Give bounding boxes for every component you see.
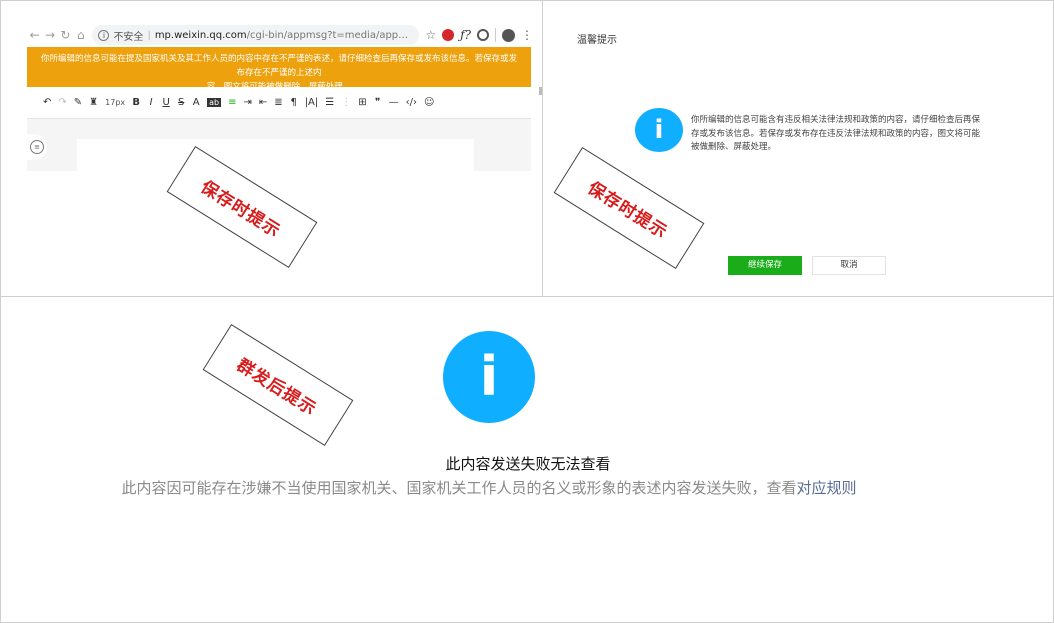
url-path: /cgi-bin/appmsg?t=media/appmsg_edit&acti… xyxy=(246,29,414,41)
dialog-message: 你所编辑的信息可能含有违反相关法律法规和政策的内容，请仔细检查后再保存或发布该信… xyxy=(691,115,981,152)
editor-toolbar: ↶ ↷ ✎ ♜ 17px B I U S A ab ≡ ⇥ ⇤ ≣ ¶ |A| … xyxy=(27,87,531,119)
toolbar-divider xyxy=(494,28,496,42)
paragraph-spacing-icon[interactable]: ¶ xyxy=(290,97,298,108)
editor-page[interactable] xyxy=(77,139,474,171)
undo-icon[interactable]: ↶ xyxy=(43,97,51,108)
home-icon[interactable]: ⌂ xyxy=(73,28,88,42)
url-host: mp.weixin.qq.com xyxy=(154,29,247,41)
browser-menu-icon[interactable]: ⋮ xyxy=(521,28,533,42)
horizontal-rule-icon[interactable]: — xyxy=(389,97,399,108)
circle-extension-icon[interactable] xyxy=(476,29,489,41)
sensitive-content-warning-banner: 你所编辑的信息可能在提及国家机关及其工作人员的内容中存在不严谨的表述，请仔细检查… xyxy=(27,47,531,92)
outline-icon: ≡ xyxy=(30,140,44,154)
browser-extension-icons: ☆ ƒ? ⋮ xyxy=(425,28,533,42)
bold-button[interactable]: B xyxy=(132,97,140,108)
result-description-text: 此内容因可能存在涉嫌不当使用国家机关、国家机关工作人员的名义或形象的表述内容发送… xyxy=(121,479,797,497)
info-icon: i xyxy=(635,108,683,152)
underline-button[interactable]: U xyxy=(162,97,170,108)
reload-icon[interactable]: ↻ xyxy=(58,28,73,42)
dialog-title: 温馨提示 xyxy=(577,35,617,46)
letter-spacing-icon[interactable]: |A| xyxy=(305,97,319,108)
info-icon-large: i xyxy=(443,331,535,423)
back-arrow-icon[interactable]: ← xyxy=(27,28,42,42)
format-brush-icon[interactable]: ✎ xyxy=(74,97,82,108)
browser-address-bar: ← → ↻ ⌂ i 不安全 | mp.weixin.qq.com /cgi-bi… xyxy=(27,23,533,47)
site-info-icon[interactable]: i xyxy=(98,29,110,41)
side-menu-handle[interactable]: ≡ xyxy=(27,134,47,160)
forward-arrow-icon[interactable]: → xyxy=(42,28,57,42)
emoji-icon[interactable]: ☺ xyxy=(424,97,434,108)
clear-format-icon[interactable]: ♜ xyxy=(89,97,98,108)
url-field[interactable]: i 不安全 | mp.weixin.qq.com /cgi-bin/appmsg… xyxy=(92,25,420,45)
font-color-icon[interactable]: A xyxy=(192,97,200,108)
table-icon[interactable]: ⊞ xyxy=(358,97,366,108)
info-glyph: i xyxy=(479,345,499,408)
align-left-icon[interactable]: ≡ xyxy=(228,97,236,108)
continue-save-button[interactable]: 继续保存 xyxy=(728,256,802,275)
indent-icon[interactable]: ⇥ xyxy=(244,97,252,108)
code-icon[interactable]: ‹/› xyxy=(406,97,417,108)
editor-canvas: ≡ xyxy=(27,119,531,171)
insecure-label: 不安全 xyxy=(113,31,144,43)
adblock-extension-icon[interactable] xyxy=(442,29,455,41)
warning-line-1: 你所编辑的信息可能在提及国家机关及其工作人员的内容中存在不严谨的表述，请仔细检查… xyxy=(40,54,517,78)
profile-avatar-icon[interactable] xyxy=(501,28,515,42)
url-separator: | xyxy=(147,29,151,41)
quote-icon[interactable]: ❞ xyxy=(374,97,382,108)
italic-button[interactable]: I xyxy=(147,97,155,108)
rule-link[interactable]: 对应规则 xyxy=(797,479,857,497)
redo-icon[interactable]: ↷ xyxy=(58,97,66,108)
background-color-icon[interactable]: ab xyxy=(207,98,222,107)
send-failed-panel: i 此内容发送失败无法查看 此内容因可能存在涉嫌不当使用国家机关、国家机关工作人… xyxy=(0,296,1054,623)
ordered-list-icon[interactable]: ⋮ xyxy=(341,97,351,108)
result-title: 此内容发送失败无法查看 xyxy=(445,455,611,473)
strikethrough-button[interactable]: S xyxy=(177,97,185,108)
cancel-button[interactable]: 取消 xyxy=(812,256,886,275)
font-size-select[interactable]: 17px xyxy=(105,98,125,107)
bookmark-star-icon[interactable]: ☆ xyxy=(425,28,436,42)
save-dialog-panel: 温馨提示 i 你所编辑的信息可能含有违反相关法律法规和政策的内容，请仔细检查后再… xyxy=(542,0,1054,297)
line-height-icon[interactable]: ≣ xyxy=(274,97,282,108)
result-description: 此内容因可能存在涉嫌不当使用国家机关、国家机关工作人员的名义或形象的表述内容发送… xyxy=(1,477,977,498)
formula-extension-icon[interactable]: ƒ? xyxy=(460,28,471,42)
outdent-icon[interactable]: ⇤ xyxy=(259,97,267,108)
list-icon[interactable]: ☰ xyxy=(325,97,334,108)
